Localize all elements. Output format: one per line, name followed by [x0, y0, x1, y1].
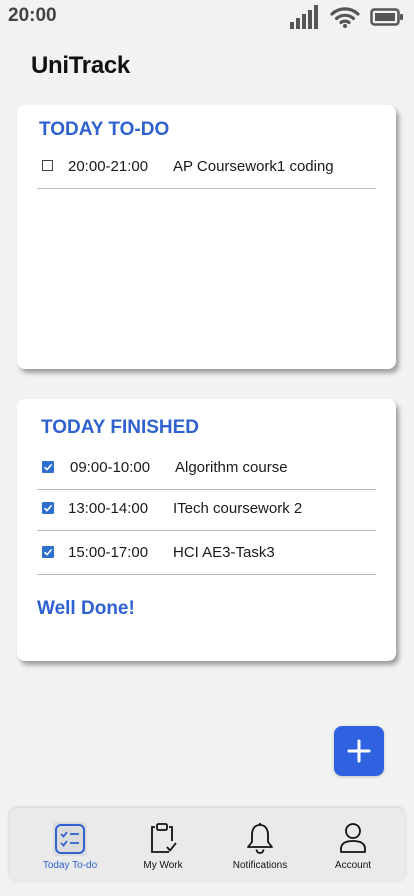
nav-label: Notifications — [232, 860, 288, 871]
checkmark-icon — [43, 504, 53, 512]
today-todo-title: TODAY TO-DO — [39, 119, 170, 140]
clipboard-icon — [148, 822, 178, 859]
nav-notifications[interactable]: Notifications — [212, 808, 308, 882]
task-checkbox-checked[interactable] — [42, 461, 54, 473]
wifi-icon — [330, 6, 360, 28]
task-time: 20:00-21:00 — [68, 158, 149, 175]
battery-icon — [370, 7, 404, 27]
bottom-nav: Today To-do My Work Notifications Accoun… — [9, 808, 405, 882]
task-time: 13:00-14:00 — [68, 500, 149, 517]
checkmark-icon — [43, 463, 53, 471]
task-time: 15:00-17:00 — [68, 544, 149, 561]
nav-my-work[interactable]: My Work — [115, 808, 211, 882]
finished-task-row[interactable]: 09:00-10:00 Algorithm course — [37, 449, 376, 490]
nav-label: Today To-do — [42, 860, 98, 871]
finished-task-row[interactable]: 13:00-14:00 ITech coursework 2 — [37, 490, 376, 531]
finished-task-row[interactable]: 15:00-17:00 HCI AE3-Task3 — [37, 534, 376, 575]
nav-label: Account — [334, 860, 372, 871]
plus-icon — [347, 739, 371, 763]
task-checkbox-checked[interactable] — [42, 546, 54, 558]
well-done-message: Well Done! — [37, 598, 135, 619]
nav-account[interactable]: Account — [305, 808, 401, 882]
today-todo-card: TODAY TO-DO 20:00-21:00 AP Coursework1 c… — [17, 105, 396, 369]
task-name: ITech coursework 2 — [173, 500, 303, 517]
app-title: UniTrack — [31, 52, 130, 79]
task-name: Algorithm course — [175, 459, 288, 476]
bell-icon — [245, 822, 275, 859]
task-time: 09:00-10:00 — [70, 459, 151, 476]
nav-label: My Work — [143, 860, 183, 871]
nav-today-todo[interactable]: Today To-do — [22, 808, 118, 882]
status-bar: 20:00 — [0, 0, 414, 34]
add-task-button[interactable] — [334, 726, 384, 776]
task-name: AP Coursework1 coding — [173, 158, 334, 175]
today-finished-card: TODAY FINISHED 09:00-10:00 Algorithm cou… — [17, 399, 396, 661]
signal-icon — [290, 5, 320, 29]
task-checkbox-checked[interactable] — [42, 502, 54, 514]
checklist-icon — [53, 822, 87, 856]
task-name: HCI AE3-Task3 — [173, 544, 275, 561]
status-time: 20:00 — [8, 5, 57, 26]
todo-task-row[interactable]: 20:00-21:00 AP Coursework1 coding — [37, 148, 376, 189]
today-finished-title: TODAY FINISHED — [41, 417, 200, 438]
checkmark-icon — [43, 548, 53, 556]
person-icon — [338, 822, 368, 859]
task-checkbox[interactable] — [42, 160, 53, 171]
status-icons — [290, 4, 404, 30]
